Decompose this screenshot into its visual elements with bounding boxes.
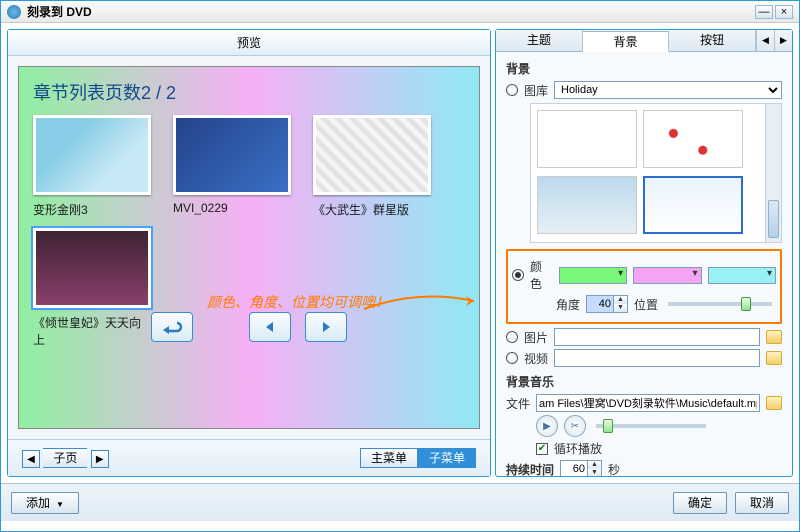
- angle-label: 角度: [556, 296, 580, 313]
- loop-label: 循环播放: [554, 440, 602, 457]
- chapter-thumb[interactable]: 变形金刚3: [33, 115, 151, 218]
- browse-music-button[interactable]: [766, 396, 782, 410]
- music-file-input[interactable]: [536, 394, 760, 412]
- color-swatch-1[interactable]: [559, 267, 627, 284]
- image-label: 图片: [524, 329, 548, 346]
- library-label: 图库: [524, 82, 548, 99]
- duration-spinner[interactable]: ▲▼: [560, 460, 602, 476]
- gallery-item[interactable]: [537, 176, 637, 234]
- video-path-input[interactable]: [554, 349, 760, 367]
- radio-video[interactable]: [506, 352, 518, 364]
- tab-background[interactable]: 背景: [583, 31, 670, 52]
- tab-scroll-left[interactable]: ◀: [756, 30, 774, 51]
- annotation-text: 颜色、角度、位置均可调噢！: [207, 292, 389, 312]
- ok-button[interactable]: 确定: [673, 492, 727, 514]
- nav-return-button[interactable]: [151, 312, 193, 342]
- tab-scroll-right[interactable]: ▶: [774, 30, 792, 51]
- music-file-label: 文件: [506, 395, 530, 412]
- dvd-canvas: 章节列表页数2 / 2 变形金刚3 MVI_0229 《大武生》群星版: [18, 66, 480, 429]
- main-menu-tab[interactable]: 主菜单: [360, 448, 418, 468]
- music-section-title: 背景音乐: [506, 373, 782, 390]
- thumb-image: [313, 115, 431, 195]
- library-select[interactable]: Holiday: [554, 81, 782, 99]
- tab-button[interactable]: 按钮: [669, 30, 756, 51]
- sub-menu-tab[interactable]: 子菜单: [418, 448, 476, 468]
- thumb-image: [173, 115, 291, 195]
- angle-input[interactable]: [587, 296, 613, 312]
- seconds-label: 秒: [608, 461, 620, 477]
- thumb-caption: 《大武生》群星版: [313, 201, 431, 218]
- cancel-button[interactable]: 取消: [735, 492, 789, 514]
- angle-spinner[interactable]: ▲▼: [586, 295, 628, 313]
- chapter-thumb[interactable]: 《大武生》群星版: [313, 115, 431, 218]
- chapter-title: 章节列表页数2 / 2: [33, 79, 465, 105]
- duration-label: 持续时间: [506, 461, 554, 477]
- spin-down[interactable]: ▼: [588, 469, 601, 476]
- thumb-caption: 变形金刚3: [33, 201, 151, 218]
- subpage-prev-button[interactable]: ◀: [22, 450, 40, 468]
- close-button[interactable]: ×: [775, 5, 793, 19]
- gallery-item[interactable]: [537, 110, 637, 168]
- tab-theme[interactable]: 主题: [496, 30, 583, 51]
- nav-next-button[interactable]: [305, 312, 347, 342]
- spin-up[interactable]: ▲: [588, 461, 601, 469]
- thumb-image: [33, 228, 151, 308]
- position-label: 位置: [634, 296, 658, 313]
- subpage-label[interactable]: 子页: [43, 448, 87, 468]
- position-slider[interactable]: [668, 302, 772, 306]
- thumb-image: [33, 115, 151, 195]
- play-button[interactable]: ▶: [536, 415, 558, 437]
- bg-section-title: 背景: [506, 60, 782, 77]
- browse-image-button[interactable]: [766, 330, 782, 344]
- thumb-caption: MVI_0229: [173, 201, 291, 215]
- radio-color[interactable]: [512, 269, 524, 281]
- color-swatch-3[interactable]: [708, 267, 776, 284]
- window-title: 刻录到 DVD: [27, 3, 753, 20]
- duration-input[interactable]: [561, 461, 587, 476]
- subpage-next-button[interactable]: ▶: [91, 450, 109, 468]
- spin-up[interactable]: ▲: [614, 296, 627, 304]
- gallery-scrollbar[interactable]: [765, 104, 781, 242]
- color-swatch-2[interactable]: [633, 267, 701, 284]
- settings-pane: 主题 背景 按钮 ◀ ▶ 背景 图库 Holiday: [495, 29, 793, 477]
- menu-toggle-group: 主菜单子菜单: [360, 448, 476, 468]
- trim-button[interactable]: ✂: [564, 415, 586, 437]
- gallery-item[interactable]: [643, 110, 743, 168]
- minimize-button[interactable]: —: [755, 5, 773, 19]
- image-path-input[interactable]: [554, 328, 760, 346]
- video-label: 视频: [524, 350, 548, 367]
- add-button[interactable]: 添加▼: [11, 492, 79, 514]
- music-volume-slider[interactable]: [596, 424, 706, 428]
- gallery-item[interactable]: [643, 176, 743, 234]
- browse-video-button[interactable]: [766, 351, 782, 365]
- nav-prev-button[interactable]: [249, 312, 291, 342]
- preview-header: 预览: [8, 30, 490, 56]
- radio-image[interactable]: [506, 331, 518, 343]
- loop-checkbox[interactable]: ✔: [536, 443, 548, 455]
- preview-pane: 预览 章节列表页数2 / 2 变形金刚3 MVI_0229 《大武生》群星版: [7, 29, 491, 477]
- chapter-thumb[interactable]: MVI_0229: [173, 115, 291, 218]
- color-highlight-box: 颜色 角度 ▲▼ 位置: [506, 249, 782, 324]
- app-icon: [7, 5, 21, 19]
- color-label: 颜色: [530, 258, 553, 292]
- library-gallery: [530, 103, 782, 243]
- radio-library[interactable]: [506, 84, 518, 96]
- subpage-group: ◀ 子页 ▶: [22, 448, 109, 469]
- spin-down[interactable]: ▼: [614, 304, 627, 312]
